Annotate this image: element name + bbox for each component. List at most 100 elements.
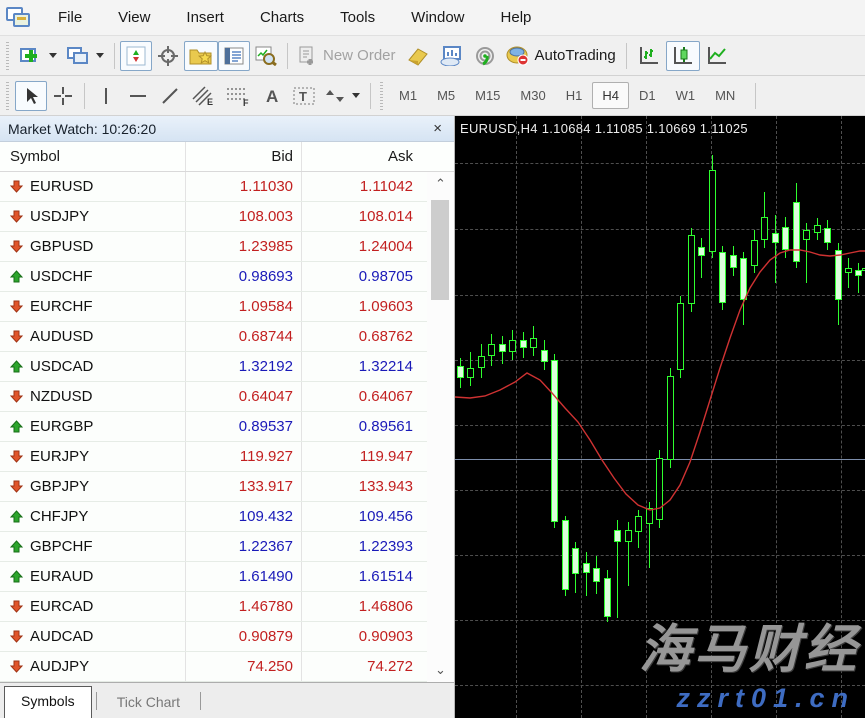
bid-cell: 1.11030 [185, 172, 301, 201]
market-watch-row[interactable]: AUDCAD0.908790.90903 [0, 622, 454, 652]
autotrading-button[interactable]: AutoTrading [501, 41, 621, 71]
chevron-down-icon [352, 93, 360, 98]
market-watch-row[interactable]: GBPJPY133.917133.943 [0, 472, 454, 502]
timeframe-button-w1[interactable]: W1 [666, 82, 706, 109]
metaeditor-button[interactable] [401, 41, 435, 71]
bid-cell: 109.432 [185, 502, 301, 531]
scrollbar-thumb[interactable] [431, 200, 449, 300]
price-up-icon [10, 570, 23, 583]
menu-item-insert[interactable]: Insert [168, 2, 242, 33]
market-watch-title: Market Watch: 10:26:20 [8, 121, 429, 137]
timeframe-button-m30[interactable]: M30 [510, 82, 555, 109]
timeframe-button-m1[interactable]: M1 [389, 82, 427, 109]
shapes-button[interactable] [320, 81, 365, 111]
chart-bars-button[interactable] [632, 41, 666, 71]
new-chart-icon [20, 46, 42, 66]
chart-candles-button[interactable] [666, 41, 700, 71]
market-watch-row[interactable]: EURCAD1.467801.46806 [0, 592, 454, 622]
bid-cell: 0.64047 [185, 382, 301, 411]
close-icon[interactable]: × [429, 120, 446, 137]
tab-tick-chart[interactable]: Tick Chart [101, 688, 196, 716]
ask-cell: 119.947 [301, 442, 421, 471]
mql5-community-button[interactable] [435, 41, 469, 71]
ask-cell: 0.64067 [301, 382, 421, 411]
menu-item-help[interactable]: Help [483, 2, 550, 33]
market-watch-row[interactable]: EURCHF1.095841.09603 [0, 292, 454, 322]
market-watch-row[interactable]: EURJPY119.927119.947 [0, 442, 454, 472]
text-button[interactable]: A [256, 81, 288, 111]
fibonacci-button[interactable]: F [220, 81, 256, 111]
scroll-up-icon[interactable]: ⌃ [427, 176, 454, 192]
bid-cell: 74.250 [185, 652, 301, 681]
crosshair-button[interactable] [47, 81, 79, 111]
symbol-label: USDJPY [30, 208, 89, 225]
market-watch-row[interactable]: GBPUSD1.239851.24004 [0, 232, 454, 262]
timeframe-button-h4[interactable]: H4 [592, 82, 629, 109]
chart-area[interactable]: EURUSD,H4 1.10684 1.11085 1.10669 1.1102… [455, 116, 865, 718]
new-chart-button[interactable] [15, 41, 62, 71]
column-header-bid[interactable]: Bid [185, 142, 301, 171]
chart-line-button[interactable] [700, 41, 734, 71]
symbol-label: GBPJPY [30, 478, 89, 495]
market-watch-row[interactable]: EURAUD1.614901.61514 [0, 562, 454, 592]
svg-text:F: F [243, 98, 249, 107]
cursor-button[interactable] [15, 81, 47, 111]
market-watch-row[interactable]: EURGBP0.895370.89561 [0, 412, 454, 442]
bid-cell: 1.46780 [185, 592, 301, 621]
data-window-button[interactable] [152, 41, 184, 71]
strategy-tester-icon [255, 46, 277, 66]
trendline-button[interactable] [154, 81, 186, 111]
price-down-icon [10, 660, 23, 673]
market-watch-row[interactable]: USDCHF0.986930.98705 [0, 262, 454, 292]
timeframe-button-d1[interactable]: D1 [629, 82, 666, 109]
menu-item-tools[interactable]: Tools [322, 2, 393, 33]
profiles-button[interactable] [62, 41, 109, 71]
timeframe-button-m5[interactable]: M5 [427, 82, 465, 109]
horizontal-line-button[interactable] [122, 81, 154, 111]
column-header-symbol[interactable]: Symbol [0, 148, 185, 165]
price-up-icon [10, 270, 23, 283]
price-up-icon [10, 510, 23, 523]
tab-separator [96, 692, 97, 710]
symbol-cell: AUDUSD [0, 328, 185, 345]
scroll-down-icon[interactable]: ⌄ [427, 662, 454, 678]
timeframe-button-m15[interactable]: M15 [465, 82, 510, 109]
signals-button[interactable] [469, 41, 501, 71]
symbol-cell: EURCAD [0, 598, 185, 615]
vertical-line-button[interactable] [90, 81, 122, 111]
timeframe-button-mn[interactable]: MN [705, 82, 745, 109]
strategy-tester-button[interactable] [250, 41, 282, 71]
toolbar-gripper[interactable] [380, 82, 385, 110]
scrollbar[interactable]: ⌃ ⌄ [427, 172, 454, 682]
market-watch-row[interactable]: USDCAD1.321921.32214 [0, 352, 454, 382]
trendline-icon [160, 86, 180, 106]
market-watch-row[interactable]: NZDUSD0.640470.64067 [0, 382, 454, 412]
market-watch-toggle-button[interactable] [120, 41, 152, 71]
market-watch-row[interactable]: GBPCHF1.223671.22393 [0, 532, 454, 562]
menu-item-file[interactable]: File [40, 2, 100, 33]
market-watch-row[interactable]: EURUSD1.110301.11042 [0, 172, 454, 202]
toolbar-gripper[interactable] [6, 82, 11, 110]
market-watch-row[interactable]: AUDUSD0.687440.68762 [0, 322, 454, 352]
menu-item-window[interactable]: Window [393, 2, 482, 33]
symbol-label: USDCHF [30, 268, 93, 285]
equidistant-channel-button[interactable]: E [186, 81, 220, 111]
menu-item-charts[interactable]: Charts [242, 2, 322, 33]
market-watch-row[interactable]: AUDJPY74.25074.272 [0, 652, 454, 682]
menu-item-view[interactable]: View [100, 2, 168, 33]
market-watch-row[interactable]: CHFJPY109.432109.456 [0, 502, 454, 532]
price-down-icon [10, 180, 23, 193]
price-down-icon [10, 390, 23, 403]
column-header-ask[interactable]: Ask [301, 142, 421, 171]
ask-cell: 0.89561 [301, 412, 421, 441]
timeframe-button-h1[interactable]: H1 [556, 82, 593, 109]
price-up-icon [10, 420, 23, 433]
toolbar-gripper[interactable] [6, 42, 11, 70]
market-watch-row[interactable]: USDJPY108.003108.014 [0, 202, 454, 232]
navigator-button[interactable] [184, 41, 218, 71]
symbol-label: AUDJPY [30, 658, 89, 675]
tab-symbols[interactable]: Symbols [4, 686, 92, 718]
new-order-button[interactable]: New Order [293, 41, 401, 71]
terminal-button[interactable] [218, 41, 250, 71]
text-label-button[interactable]: T [288, 81, 320, 111]
